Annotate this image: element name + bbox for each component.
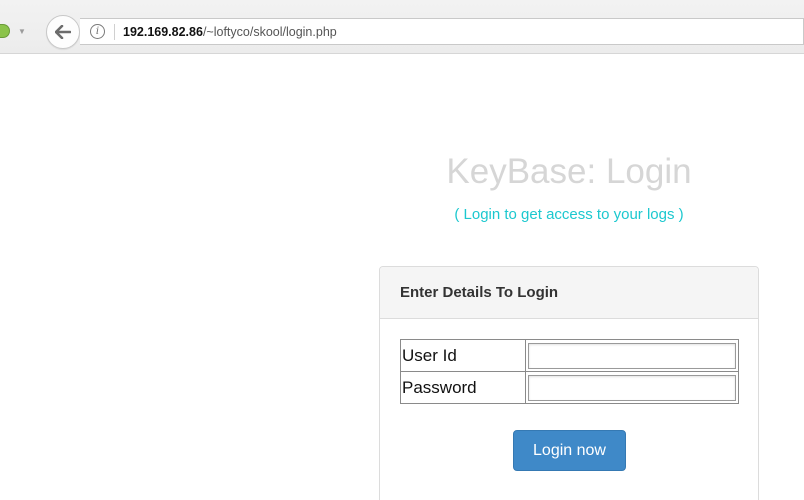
address-bar[interactable]: i 192.169.82.86/~loftyco/skool/login.php [80, 18, 804, 45]
user-id-label: User Id [400, 339, 526, 372]
url-separator [114, 23, 115, 40]
extension-icon[interactable] [0, 24, 10, 38]
password-input[interactable] [528, 374, 736, 401]
user-id-row: User Id [400, 339, 739, 372]
chevron-down-icon[interactable]: ▼ [18, 27, 26, 36]
browser-toolbar: ▼ i 192.169.82.86/~loftyco/skool/login.p… [0, 0, 804, 54]
password-cell [525, 371, 739, 404]
user-id-input[interactable] [528, 342, 736, 369]
url-host: 192.169.82.86 [123, 24, 203, 39]
url-text[interactable]: 192.169.82.86/~loftyco/skool/login.php [123, 25, 337, 39]
page-subtitle: ( Login to get access to your logs ) [454, 206, 684, 223]
password-label: Password [400, 371, 526, 404]
login-form-table: User Id Password [400, 339, 739, 404]
back-arrow-icon [55, 25, 71, 39]
page-title: KeyBase: Login [446, 152, 692, 191]
login-panel: Enter Details To Login User Id Password … [379, 266, 759, 500]
toolbar-left: ▼ [0, 21, 26, 41]
url-path: /~loftyco/skool/login.php [202, 24, 337, 39]
user-id-cell [525, 339, 739, 372]
back-button[interactable] [46, 15, 80, 49]
info-icon[interactable]: i [90, 24, 105, 39]
login-now-button[interactable]: Login now [513, 430, 626, 471]
password-row: Password [400, 371, 739, 404]
panel-heading: Enter Details To Login [380, 267, 758, 319]
